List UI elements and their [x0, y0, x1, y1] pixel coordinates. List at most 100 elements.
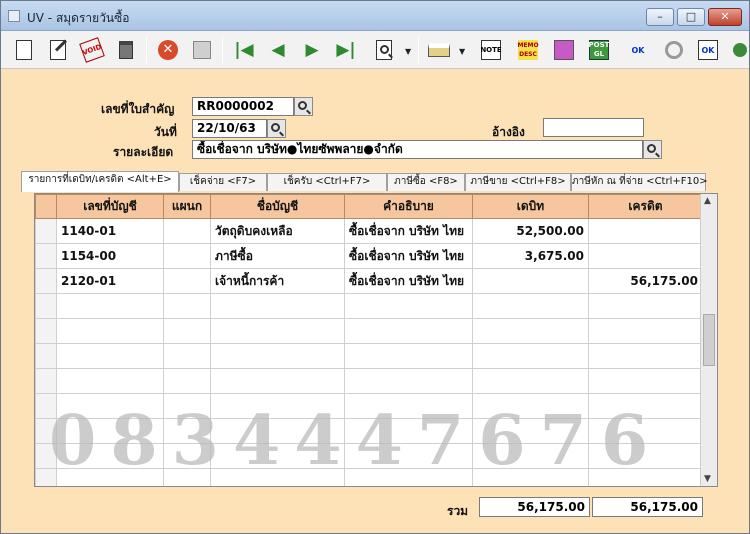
table-row[interactable]: 2120-01 เจ้าหนี้การค้า ซื้อเชื่อจาก บริษัท…	[35, 268, 703, 294]
cell-account-name[interactable]: ภาษีซื้อ	[210, 243, 345, 269]
cell-account-no[interactable]	[56, 343, 164, 369]
cell-account-name[interactable]: เจ้าหนี้การค้า	[210, 268, 345, 294]
cell-department[interactable]	[163, 443, 211, 469]
cell-debit[interactable]	[472, 468, 589, 486]
title-bar[interactable]: UV - สมุดรายวันซื้อ – □ ✕	[1, 1, 749, 31]
prev-icon[interactable]: ◀	[265, 37, 291, 63]
cell-account-no[interactable]	[56, 293, 164, 319]
edit-icon[interactable]	[45, 37, 71, 63]
table-row[interactable]	[35, 468, 703, 486]
first-icon[interactable]: |◀	[231, 37, 257, 63]
tab-sales-tax[interactable]: ภาษีขาย <Ctrl+F8>	[465, 173, 571, 191]
cell-debit[interactable]: 52,500.00	[472, 218, 589, 244]
cell-account-no[interactable]: 1154-00	[56, 243, 164, 269]
row-indicator[interactable]	[35, 393, 57, 419]
cell-account-no[interactable]	[56, 393, 164, 419]
maximize-button[interactable]: □	[677, 8, 705, 26]
tab-debit-credit[interactable]: รายการที่เดบิท/เครดิต <Alt+E>	[21, 171, 179, 192]
cell-description[interactable]	[344, 318, 473, 344]
grid-scrollbar[interactable]: ▲ ▼	[700, 194, 717, 486]
minimize-button[interactable]: –	[646, 8, 674, 26]
cell-department[interactable]	[163, 243, 211, 269]
cell-description[interactable]: ซื้อเชื่อจาก บริษัท ไทย	[344, 243, 473, 269]
cancel-icon[interactable]: ✕	[155, 37, 181, 63]
cell-department[interactable]	[163, 468, 211, 486]
cell-credit[interactable]	[588, 368, 703, 394]
cell-debit[interactable]	[472, 368, 589, 394]
cell-credit[interactable]	[588, 418, 703, 444]
cell-debit[interactable]	[472, 293, 589, 319]
cell-department[interactable]	[163, 393, 211, 419]
cell-department[interactable]	[163, 268, 211, 294]
table-row[interactable]	[35, 343, 703, 369]
cell-description[interactable]	[344, 468, 473, 486]
row-indicator[interactable]	[35, 368, 57, 394]
table-row[interactable]	[35, 293, 703, 319]
cell-credit[interactable]	[588, 243, 703, 269]
cell-account-name[interactable]	[210, 293, 345, 319]
void-icon[interactable]: VOID	[79, 37, 105, 63]
tab-purchase-tax[interactable]: ภาษีซื้อ <F8>	[387, 173, 465, 191]
cell-debit[interactable]	[472, 318, 589, 344]
last-icon[interactable]: ▶|	[333, 37, 359, 63]
cell-description[interactable]	[344, 368, 473, 394]
cell-account-no[interactable]	[56, 368, 164, 394]
row-indicator[interactable]	[35, 343, 57, 369]
cell-account-no[interactable]	[56, 418, 164, 444]
table-row[interactable]	[35, 393, 703, 419]
cell-debit[interactable]	[472, 343, 589, 369]
cell-account-name[interactable]	[210, 443, 345, 469]
cell-account-no[interactable]	[56, 318, 164, 344]
cell-debit[interactable]	[472, 393, 589, 419]
col-debit[interactable]: เดบิท	[472, 194, 589, 219]
doc-no-field[interactable]: RR0000002	[192, 97, 294, 116]
cell-credit[interactable]	[588, 443, 703, 469]
tab-cheque-pay[interactable]: เช็คจ่าย <F7>	[179, 173, 267, 191]
cell-credit[interactable]	[588, 318, 703, 344]
row-indicator[interactable]	[35, 293, 57, 319]
search-dropdown-icon[interactable]: ▼	[405, 47, 411, 56]
post-gl-icon[interactable]: POST GL	[586, 37, 612, 63]
cell-description[interactable]	[344, 343, 473, 369]
cell-account-name[interactable]	[210, 393, 345, 419]
cell-description[interactable]	[344, 293, 473, 319]
cell-account-name[interactable]	[210, 468, 345, 486]
cell-account-name[interactable]	[210, 418, 345, 444]
cell-account-no[interactable]	[56, 443, 164, 469]
cell-description[interactable]	[344, 418, 473, 444]
cell-department[interactable]	[163, 318, 211, 344]
next-icon[interactable]: ▶	[299, 37, 325, 63]
cell-debit[interactable]	[472, 443, 589, 469]
print-dropdown-icon[interactable]: ▼	[459, 47, 465, 56]
date-field[interactable]: 22/10/63	[192, 119, 267, 138]
table-row[interactable]	[35, 318, 703, 344]
row-indicator[interactable]	[35, 418, 57, 444]
cell-description[interactable]	[344, 443, 473, 469]
table-row[interactable]: 1154-00 ภาษีซื้อ ซื้อเชื่อจาก บริษัท ไทย 3,…	[35, 243, 703, 269]
cell-credit[interactable]: 56,175.00	[588, 268, 703, 294]
confirm-ok-icon[interactable]: OK	[695, 37, 721, 63]
row-indicator[interactable]	[35, 243, 57, 269]
table-row[interactable]	[35, 443, 703, 469]
exit-icon[interactable]	[731, 37, 749, 63]
desc-lookup-icon[interactable]	[643, 140, 662, 159]
save-icon[interactable]	[189, 37, 215, 63]
table-row[interactable]: 1140-01 วัตถุดิบคงเหลือ ซื้อเชื่อจาก บริษั…	[35, 218, 703, 244]
table-row[interactable]	[35, 368, 703, 394]
cell-department[interactable]	[163, 368, 211, 394]
print-icon[interactable]	[426, 37, 452, 63]
row-indicator[interactable]	[35, 318, 57, 344]
search-icon[interactable]	[371, 37, 397, 63]
grid-icon[interactable]	[551, 37, 577, 63]
cell-account-name[interactable]	[210, 343, 345, 369]
cell-account-name[interactable]	[210, 368, 345, 394]
date-picker-icon[interactable]	[267, 119, 286, 138]
doc-no-lookup-icon[interactable]	[294, 97, 313, 116]
approve-ok-icon[interactable]: OK	[625, 37, 651, 63]
tab-withholding-tax[interactable]: ภาษีหัก ณ ที่จ่าย <Ctrl+F10>	[571, 173, 708, 191]
col-account-no[interactable]: เลขที่บัญชี	[56, 194, 164, 219]
col-department[interactable]: แผนก	[163, 194, 211, 219]
scroll-thumb[interactable]	[703, 314, 715, 366]
cell-credit[interactable]	[588, 468, 703, 486]
row-indicator[interactable]	[35, 218, 57, 244]
